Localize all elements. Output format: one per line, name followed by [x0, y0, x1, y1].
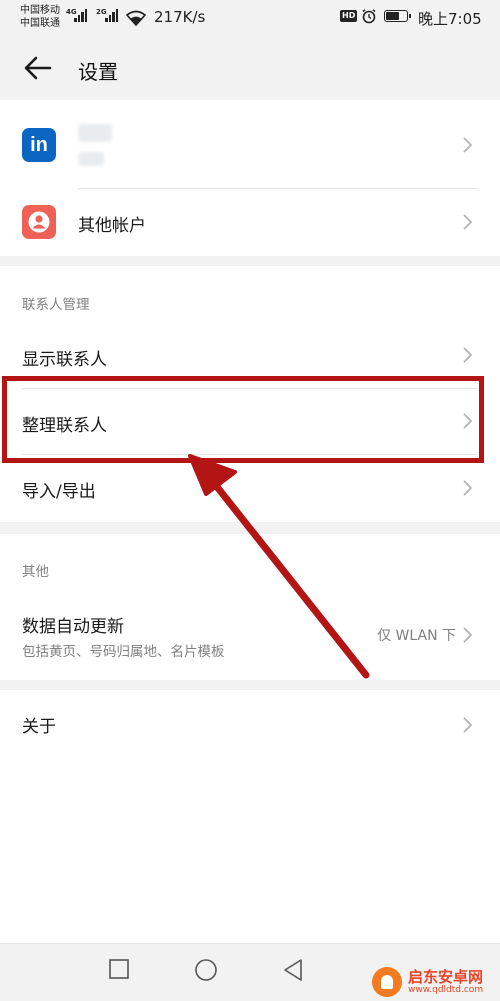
back-arrow-icon[interactable]	[22, 52, 54, 84]
auto-update-row[interactable]: 数据自动更新 包括黄页、号码归属地、名片模板 仅 WLAN 下	[0, 590, 500, 680]
auto-update-label: 数据自动更新	[22, 617, 124, 637]
watermark-logo-icon	[372, 967, 402, 997]
signal-icon	[74, 8, 87, 22]
about-card: 关于	[0, 690, 500, 943]
section-title-contacts: 联系人管理	[22, 297, 90, 313]
watermark: 启东安卓网 www.qdldtd.com	[368, 965, 500, 1000]
about-row[interactable]: 关于	[0, 690, 500, 758]
chevron-right-icon	[463, 717, 473, 733]
import-export-row[interactable]: 导入/导出	[0, 454, 500, 522]
section-title-other: 其他	[22, 564, 49, 580]
chevron-right-icon	[463, 137, 473, 153]
header: 设置	[0, 36, 500, 100]
status-time: 晚上7:05	[418, 10, 482, 28]
watermark-url: www.qdldtd.com	[408, 985, 484, 995]
contacts-management-card: 联系人管理 显示联系人 整理联系人 导入/导出	[0, 266, 500, 522]
hd-badge: HD	[340, 10, 358, 22]
other-accounts-row[interactable]: 其他帐户	[0, 188, 500, 256]
linkedin-account-row[interactable]: in	[0, 100, 500, 188]
display-contacts-label: 显示联系人	[22, 350, 107, 370]
other-card: 其他 数据自动更新 包括黄页、号码归属地、名片模板 仅 WLAN 下	[0, 534, 500, 680]
carrier-2: 中国联通	[20, 18, 60, 29]
accounts-card: in 其他帐户	[0, 100, 500, 256]
network-speed: 217K/s	[154, 8, 206, 26]
alarm-icon	[362, 9, 376, 24]
battery-icon	[384, 10, 411, 22]
display-contacts-row[interactable]: 显示联系人	[0, 322, 500, 388]
signal-icon-2	[105, 8, 118, 22]
auto-update-description: 包括黄页、号码归属地、名片模板	[22, 644, 225, 660]
status-bar: 中国移动 中国联通 4G 2G 217K/s HD 晚上7:05	[0, 0, 500, 36]
account-email-redacted	[78, 152, 104, 166]
carrier-names: 中国移动 中国联通	[20, 4, 60, 30]
chevron-right-icon	[463, 214, 473, 230]
organize-contacts-label: 整理联系人	[22, 416, 107, 436]
page-title: 设置	[78, 60, 118, 84]
chevron-right-icon	[463, 413, 473, 429]
linkedin-icon: in	[22, 128, 56, 162]
battery-level	[386, 12, 400, 20]
back-triangle-icon[interactable]	[282, 958, 304, 982]
contact-account-icon	[22, 205, 56, 239]
watermark-text: 启东安卓网	[408, 968, 484, 986]
import-export-label: 导入/导出	[22, 482, 96, 502]
about-label: 关于	[22, 717, 56, 737]
home-icon[interactable]	[194, 958, 218, 982]
organize-contacts-row[interactable]: 整理联系人	[0, 388, 500, 454]
account-name-redacted	[78, 124, 112, 142]
chevron-right-icon	[463, 480, 473, 496]
auto-update-value: 仅 WLAN 下	[377, 628, 456, 644]
wifi-icon	[126, 10, 146, 26]
chevron-right-icon	[463, 627, 473, 643]
carrier-1: 中国移动	[20, 5, 60, 16]
recent-apps-icon[interactable]	[108, 958, 130, 980]
other-accounts-label: 其他帐户	[78, 216, 146, 236]
chevron-right-icon	[463, 347, 473, 363]
